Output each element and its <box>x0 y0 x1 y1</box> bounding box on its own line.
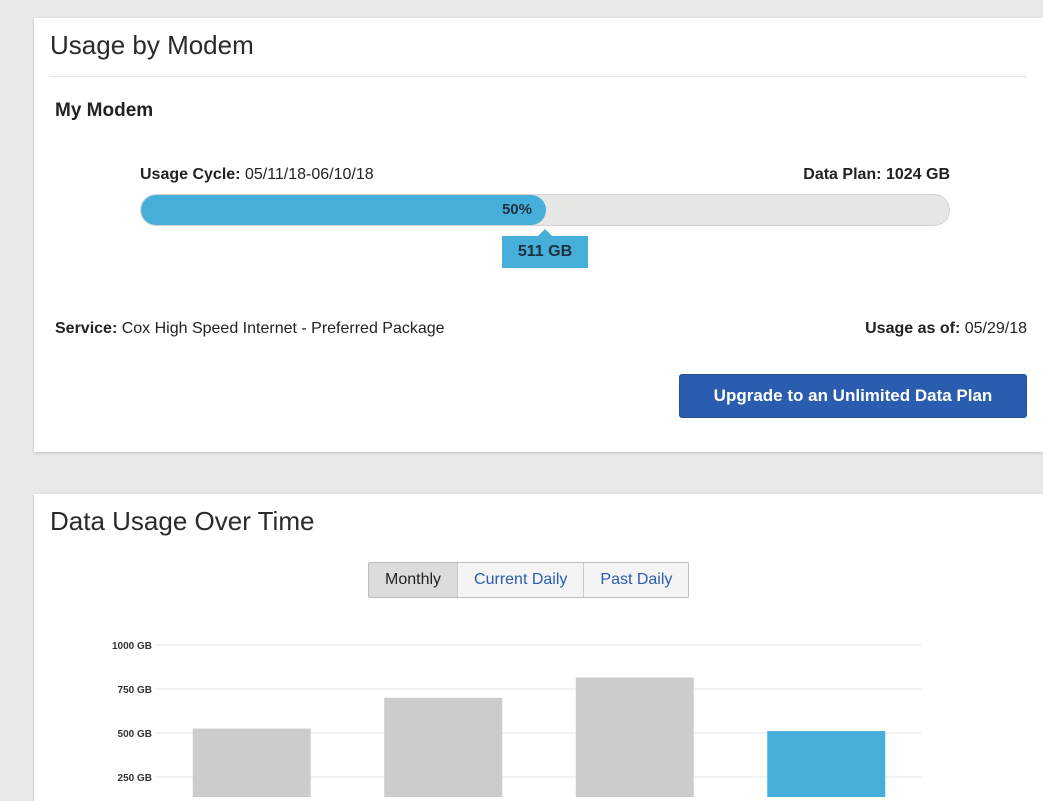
upgrade-unlimited-button[interactable]: Upgrade to an Unlimited Data Plan <box>679 374 1027 418</box>
tab-monthly[interactable]: Monthly <box>369 563 458 597</box>
data-plan-value: 1024 GB <box>881 166 950 183</box>
usage-progress-bar: 50% <box>140 194 950 226</box>
title-divider <box>50 76 1027 77</box>
usage-amount-badge: 511 GB <box>502 229 588 268</box>
usage-progress-fill: 50% <box>141 195 546 225</box>
y-tick-label: 500 GB <box>118 729 152 740</box>
tab-current-daily[interactable]: Current Daily <box>457 563 584 597</box>
usage-cycle: Usage Cycle: 05/11/18-06/10/18 <box>140 166 374 184</box>
service-value: Cox High Speed Internet - Preferred Pack… <box>117 320 445 337</box>
y-tick-label: 250 GB <box>118 773 152 784</box>
chart-bar <box>767 731 886 797</box>
chart-bar <box>384 697 503 797</box>
usage-bar-chart: 250 GB500 GB750 GB1000 GB02/11/18-03/10/… <box>112 641 922 797</box>
period-toggle: Monthly Current Daily Past Daily <box>368 562 690 598</box>
usage-cycle-value: 05/11/18-06/10/18 <box>240 166 374 183</box>
chart-bar <box>575 677 694 797</box>
usage-by-modem-title: Usage by Modem <box>50 30 254 60</box>
tab-past-daily[interactable]: Past Daily <box>583 563 689 597</box>
modem-name: My Modem <box>55 100 154 121</box>
usage-percent: 50% <box>501 201 532 218</box>
y-tick-label: 750 GB <box>118 685 152 696</box>
chart-bar <box>192 728 311 797</box>
data-plan-label: Data Plan: <box>803 166 882 183</box>
service-label: Service: <box>55 320 118 337</box>
y-tick-label: 1000 GB <box>112 641 152 652</box>
usage-as-of-label: Usage as of: <box>865 320 961 337</box>
usage-cycle-label: Usage Cycle: <box>140 166 241 183</box>
usage-as-of-value: 05/29/18 <box>960 320 1027 337</box>
service-info: Service: Cox High Speed Internet - Prefe… <box>55 320 445 338</box>
usage-by-modem-card: Usage by Modem My Modem Usage Cycle: 05/… <box>34 18 1043 452</box>
data-plan: Data Plan: 1024 GB <box>803 166 950 184</box>
data-usage-over-time-card: Data Usage Over Time Monthly Current Dai… <box>34 494 1043 801</box>
usage-as-of: Usage as of: 05/29/18 <box>865 320 1027 338</box>
data-usage-title: Data Usage Over Time <box>50 506 315 536</box>
